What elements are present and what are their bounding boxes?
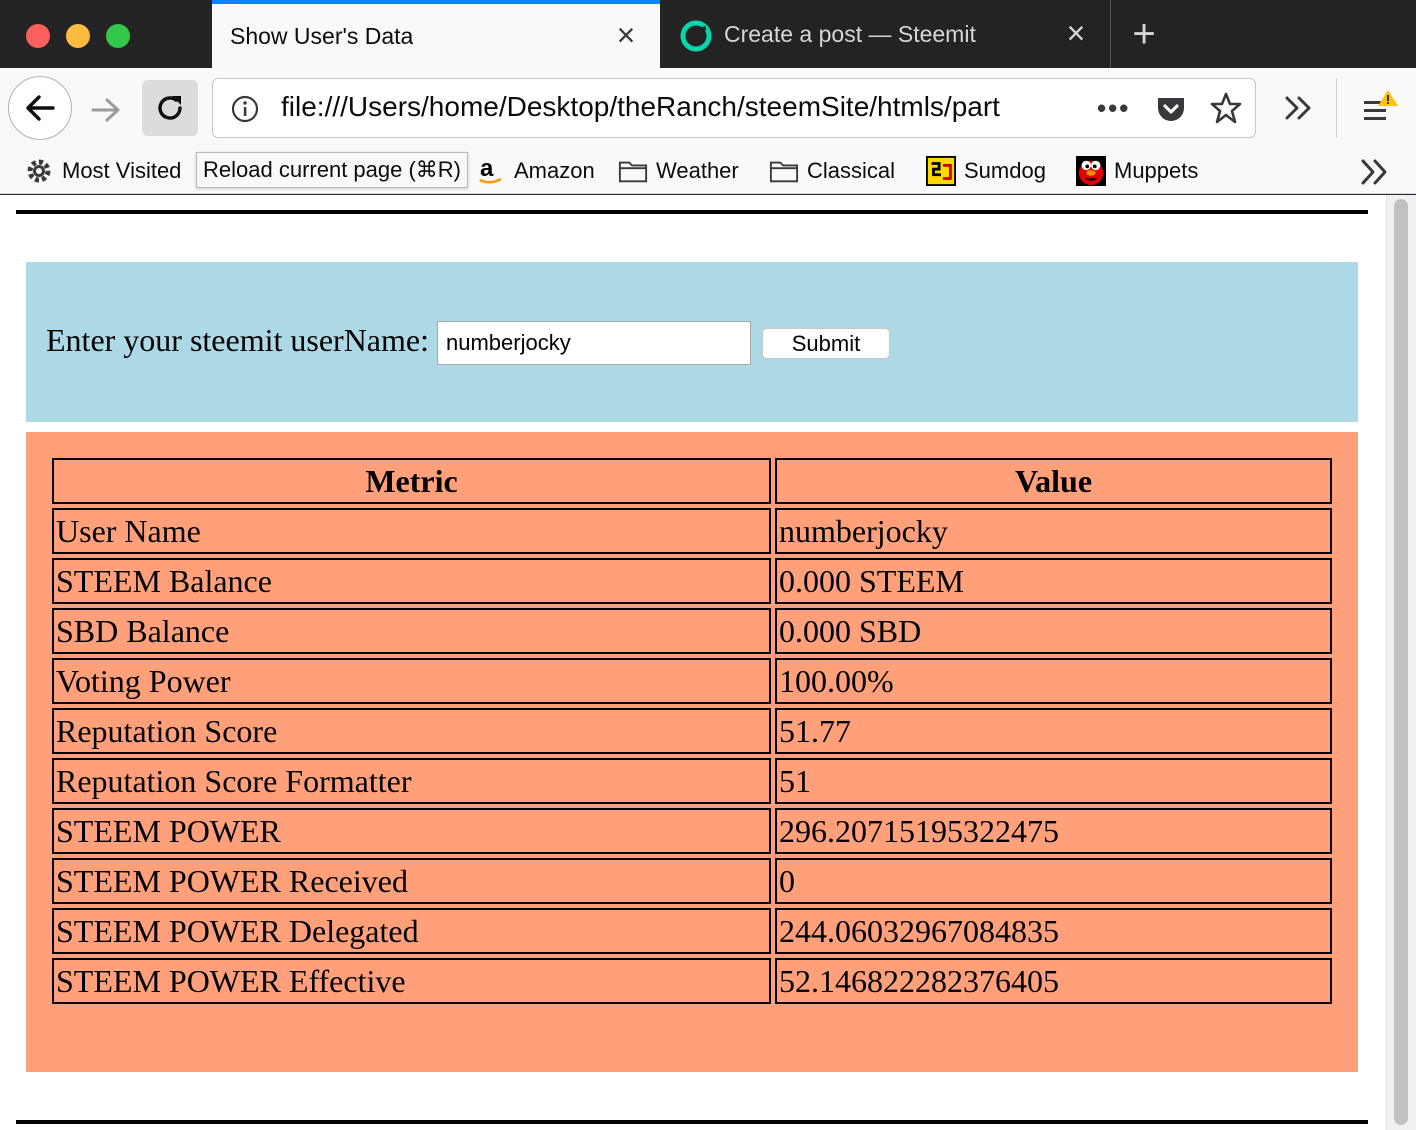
value-cell: numberjocky <box>775 508 1332 554</box>
value-cell: 51.77 <box>775 708 1332 754</box>
steemit-icon <box>680 20 712 52</box>
back-arrow-icon <box>26 95 55 121</box>
tab-create-a-post[interactable]: Create a post — Steemit × <box>660 0 1110 68</box>
scrollbar-thumb[interactable] <box>1394 199 1408 1125</box>
bookmark-label: Muppets <box>1114 158 1199 183</box>
navigation-toolbar: file:///Users/home/Desktop/theRanch/stee… <box>0 68 1416 150</box>
value-cell: 0.000 STEEM <box>775 558 1332 604</box>
bookmark-most-visited[interactable]: Most Visited <box>24 154 181 188</box>
hamburger-menu-icon[interactable] <box>1360 88 1400 128</box>
tab-separator <box>1110 0 1111 68</box>
page-actions-icon[interactable]: ••• <box>1097 93 1130 124</box>
table-header-row: Metric Value <box>52 458 1332 504</box>
submit-button[interactable]: Submit <box>762 328 890 359</box>
folder-icon <box>618 157 648 185</box>
table-row: SBD Balance 0.000 SBD <box>52 608 1332 654</box>
url-bar[interactable]: file:///Users/home/Desktop/theRanch/stee… <box>212 78 1256 138</box>
reload-icon <box>158 96 182 120</box>
username-form-panel: Enter your steemit userName: Submit <box>26 262 1358 422</box>
reload-button[interactable] <box>142 80 198 136</box>
value-cell: 244.06032967084835 <box>775 908 1332 954</box>
new-tab-plus-icon[interactable]: + <box>1124 14 1164 56</box>
metric-cell: STEEM POWER Delegated <box>52 908 771 954</box>
bookmark-label: Sumdog <box>964 158 1046 183</box>
top-divider <box>16 210 1368 214</box>
metric-cell: SBD Balance <box>52 608 771 654</box>
table-row: STEEM POWER Effective 52.146822282376405 <box>52 958 1332 1004</box>
forward-button[interactable] <box>86 90 126 130</box>
metrics-table: Metric Value User Name numberjocky STEEM… <box>48 454 1336 1008</box>
metric-cell: Voting Power <box>52 658 771 704</box>
username-input[interactable] <box>437 321 751 365</box>
toolbar-overflow-icon[interactable] <box>1280 90 1316 126</box>
table-row: STEEM POWER Delegated 244.06032967084835 <box>52 908 1332 954</box>
tab-title: Create a post — Steemit <box>724 20 976 47</box>
back-button[interactable] <box>8 76 72 140</box>
user-data-panel: Metric Value User Name numberjocky STEEM… <box>26 432 1358 1072</box>
metric-column-header: Metric <box>52 458 771 504</box>
table-row: Reputation Score 51.77 <box>52 708 1332 754</box>
table-row: STEEM POWER 296.20715195322475 <box>52 808 1332 854</box>
value-cell: 100.00% <box>775 658 1332 704</box>
tab-close-icon[interactable]: × <box>610 19 642 52</box>
window-minimize-button[interactable] <box>66 24 90 48</box>
value-cell: 51 <box>775 758 1332 804</box>
bookmark-weather[interactable]: Weather <box>618 154 739 188</box>
bookmark-classical[interactable]: Classical <box>769 154 895 188</box>
window-zoom-button[interactable] <box>106 24 130 48</box>
metric-cell: STEEM POWER Effective <box>52 958 771 1004</box>
bookmark-sumdog[interactable]: Sumdog <box>926 154 1046 188</box>
table-row: Voting Power 100.00% <box>52 658 1332 704</box>
value-cell: 0.000 SBD <box>775 608 1332 654</box>
bookmark-label: Classical <box>807 158 896 183</box>
gear-icon <box>24 157 54 185</box>
bookmark-label: Amazon <box>514 158 595 183</box>
muppets-icon <box>1076 156 1106 186</box>
tab-close-icon[interactable]: × <box>1060 17 1092 50</box>
tab-strip: Show User's Data × Create a post — Steem… <box>0 0 1416 68</box>
vertical-scrollbar[interactable] <box>1386 195 1416 1130</box>
username-label: Enter your steemit userName: <box>46 322 429 358</box>
bottom-divider <box>16 1120 1368 1124</box>
amazon-icon: a <box>476 156 506 185</box>
table-row: Reputation Score Formatter 51 <box>52 758 1332 804</box>
folder-icon <box>769 157 799 185</box>
forward-arrow-icon <box>91 98 120 122</box>
pocket-icon[interactable] <box>1155 93 1187 125</box>
metric-cell: STEEM POWER <box>52 808 771 854</box>
tab-title: Show User's Data <box>230 22 414 49</box>
bookmark-amazon[interactable]: a Amazon <box>476 154 595 188</box>
table-row: STEEM POWER Received 0 <box>52 858 1332 904</box>
metric-cell: Reputation Score <box>52 708 771 754</box>
bookmarks-overflow-icon[interactable] <box>1356 156 1392 188</box>
sumdog-icon <box>926 156 956 186</box>
toolbar-separator <box>1336 78 1337 138</box>
value-cell: 52.146822282376405 <box>775 958 1332 1004</box>
value-cell: 0 <box>775 858 1332 904</box>
table-row: STEEM Balance 0.000 STEEM <box>52 558 1332 604</box>
value-column-header: Value <box>775 458 1332 504</box>
value-cell: 296.20715195322475 <box>775 808 1332 854</box>
metric-cell: STEEM POWER Received <box>52 858 771 904</box>
svg-text:a: a <box>480 156 494 182</box>
table-row: User Name numberjocky <box>52 508 1332 554</box>
bookmark-label: Most Visited <box>62 158 182 183</box>
metric-cell: Reputation Score Formatter <box>52 758 771 804</box>
info-icon[interactable] <box>231 95 259 123</box>
bookmark-star-icon[interactable] <box>1209 91 1243 125</box>
metric-cell: STEEM Balance <box>52 558 771 604</box>
page-content: Enter your steemit userName: Submit Metr… <box>0 195 1416 1130</box>
reload-tooltip: Reload current page (⌘R) <box>196 152 469 188</box>
window-close-button[interactable] <box>26 24 50 48</box>
bookmark-muppets[interactable]: Muppets <box>1076 154 1198 188</box>
bookmark-label: Weather <box>656 158 739 183</box>
tab-show-users-data[interactable]: Show User's Data × <box>212 0 660 68</box>
url-text[interactable]: file:///Users/home/Desktop/theRanch/stee… <box>281 91 1071 123</box>
metric-cell: User Name <box>52 508 771 554</box>
